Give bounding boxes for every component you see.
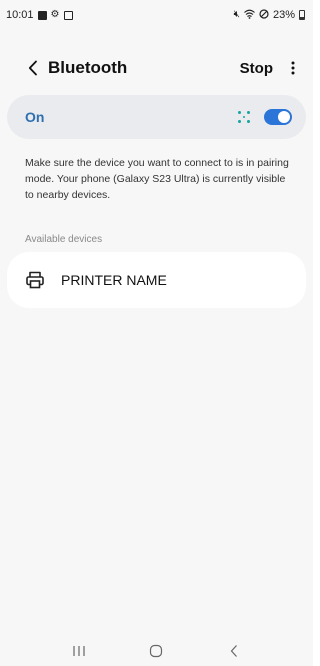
recents-button[interactable] bbox=[64, 639, 94, 663]
available-devices-label: Available devices bbox=[25, 234, 103, 245]
chevron-left-icon bbox=[28, 60, 37, 76]
battery-percent: 23% bbox=[272, 9, 295, 21]
back-icon bbox=[230, 645, 238, 657]
home-icon bbox=[150, 644, 163, 658]
page-title: Bluetooth bbox=[48, 58, 128, 77]
nav-back-button[interactable] bbox=[219, 639, 249, 663]
navigation-bar bbox=[0, 636, 313, 666]
pairing-description: Make sure the device you want to connect… bbox=[25, 157, 289, 201]
recents-icon bbox=[73, 646, 85, 656]
bluetooth-switch[interactable] bbox=[264, 109, 292, 125]
battery-icon bbox=[299, 10, 305, 20]
gallery-icon bbox=[37, 10, 47, 20]
settings-icon: ⚙ bbox=[50, 9, 60, 20]
status-right: 🔇︎ 23% bbox=[233, 8, 305, 22]
status-time: 10:01 bbox=[6, 9, 34, 21]
wifi-icon bbox=[244, 9, 255, 22]
more-options-button[interactable] bbox=[285, 56, 301, 80]
printer-icon bbox=[26, 271, 44, 289]
more-vertical-icon bbox=[291, 61, 295, 75]
scanning-icon bbox=[236, 109, 252, 125]
status-left: 10:01 ⚙ bbox=[6, 9, 73, 21]
checkbox-icon bbox=[63, 10, 73, 20]
stop-button[interactable]: Stop bbox=[240, 60, 273, 77]
bluetooth-settings-screen: 10:01 ⚙ 🔇︎ 23% Bluetooth Stop On Make su… bbox=[0, 0, 313, 666]
status-bar: 10:01 ⚙ 🔇︎ 23% bbox=[0, 0, 313, 30]
app-header: Bluetooth Stop bbox=[0, 52, 313, 84]
mute-icon: 🔇︎ bbox=[233, 9, 240, 20]
bluetooth-toggle-row[interactable]: On bbox=[7, 95, 306, 139]
device-item[interactable]: PRINTER NAME bbox=[7, 252, 306, 308]
no-signal-icon bbox=[259, 8, 269, 22]
toggle-label: On bbox=[25, 109, 45, 125]
home-button[interactable] bbox=[141, 639, 171, 663]
device-name: PRINTER NAME bbox=[61, 272, 167, 288]
back-button[interactable] bbox=[18, 53, 48, 83]
